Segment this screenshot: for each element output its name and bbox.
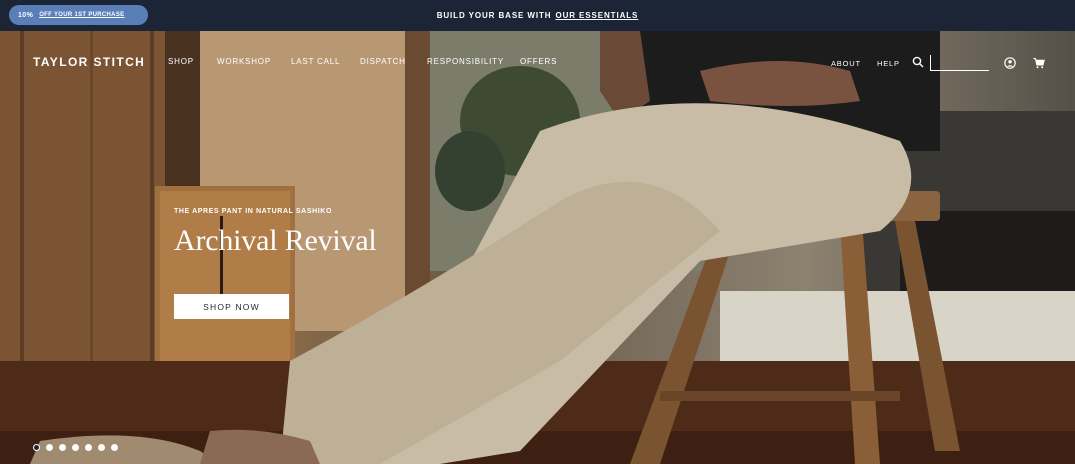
nav-item-about[interactable]: ABOUT [831, 59, 861, 68]
hero-eyebrow: THE APRES PANT IN NATURAL SASHIKO [174, 208, 332, 215]
search-icon[interactable] [912, 56, 924, 68]
main-navigation: TAYLOR STITCH SHOP WORKSHOP LAST CALL DI… [0, 31, 1075, 93]
announcement-text: BUILD YOUR BASE WITH [436, 11, 552, 20]
carousel-pagination [33, 444, 118, 451]
carousel-dot[interactable] [98, 444, 105, 451]
nav-item-help[interactable]: HELP [877, 59, 900, 68]
hero-banner[interactable] [0, 31, 1075, 464]
nav-item-last-call[interactable]: LAST CALL [291, 57, 340, 66]
announcement-link[interactable]: OUR ESSENTIALS [555, 11, 638, 20]
brand-logo[interactable]: TAYLOR STITCH [33, 55, 145, 69]
nav-item-offers[interactable]: OFFERS [520, 57, 557, 66]
cart-icon[interactable] [1033, 57, 1045, 69]
carousel-dot[interactable] [111, 444, 118, 451]
announcement-bar: BUILD YOUR BASE WITH OUR ESSENTIALS 10% … [0, 0, 1075, 31]
nav-item-shop[interactable]: SHOP [168, 57, 194, 66]
shop-now-button[interactable]: SHOP NOW [174, 294, 289, 319]
carousel-dot[interactable] [33, 444, 40, 451]
account-icon[interactable] [1004, 57, 1016, 69]
promo-link[interactable]: OFF YOUR 1ST PURCHASE [39, 12, 124, 18]
carousel-dot[interactable] [85, 444, 92, 451]
carousel-dot[interactable] [46, 444, 53, 451]
hero-image [0, 31, 1075, 464]
carousel-dot[interactable] [72, 444, 79, 451]
promo-pill[interactable]: 10% OFF YOUR 1ST PURCHASE [9, 5, 148, 25]
promo-percent: 10% [18, 11, 34, 19]
carousel-dot[interactable] [59, 444, 66, 451]
nav-item-responsibility[interactable]: RESPONSIBILITY [427, 57, 504, 66]
nav-item-dispatch[interactable]: DISPATCH [360, 57, 406, 66]
announcement-message: BUILD YOUR BASE WITH OUR ESSENTIALS [0, 0, 1075, 31]
nav-item-workshop[interactable]: WORKSHOP [217, 57, 271, 66]
search-input[interactable] [930, 55, 989, 71]
hero-headline: Archival Revival [174, 224, 377, 257]
